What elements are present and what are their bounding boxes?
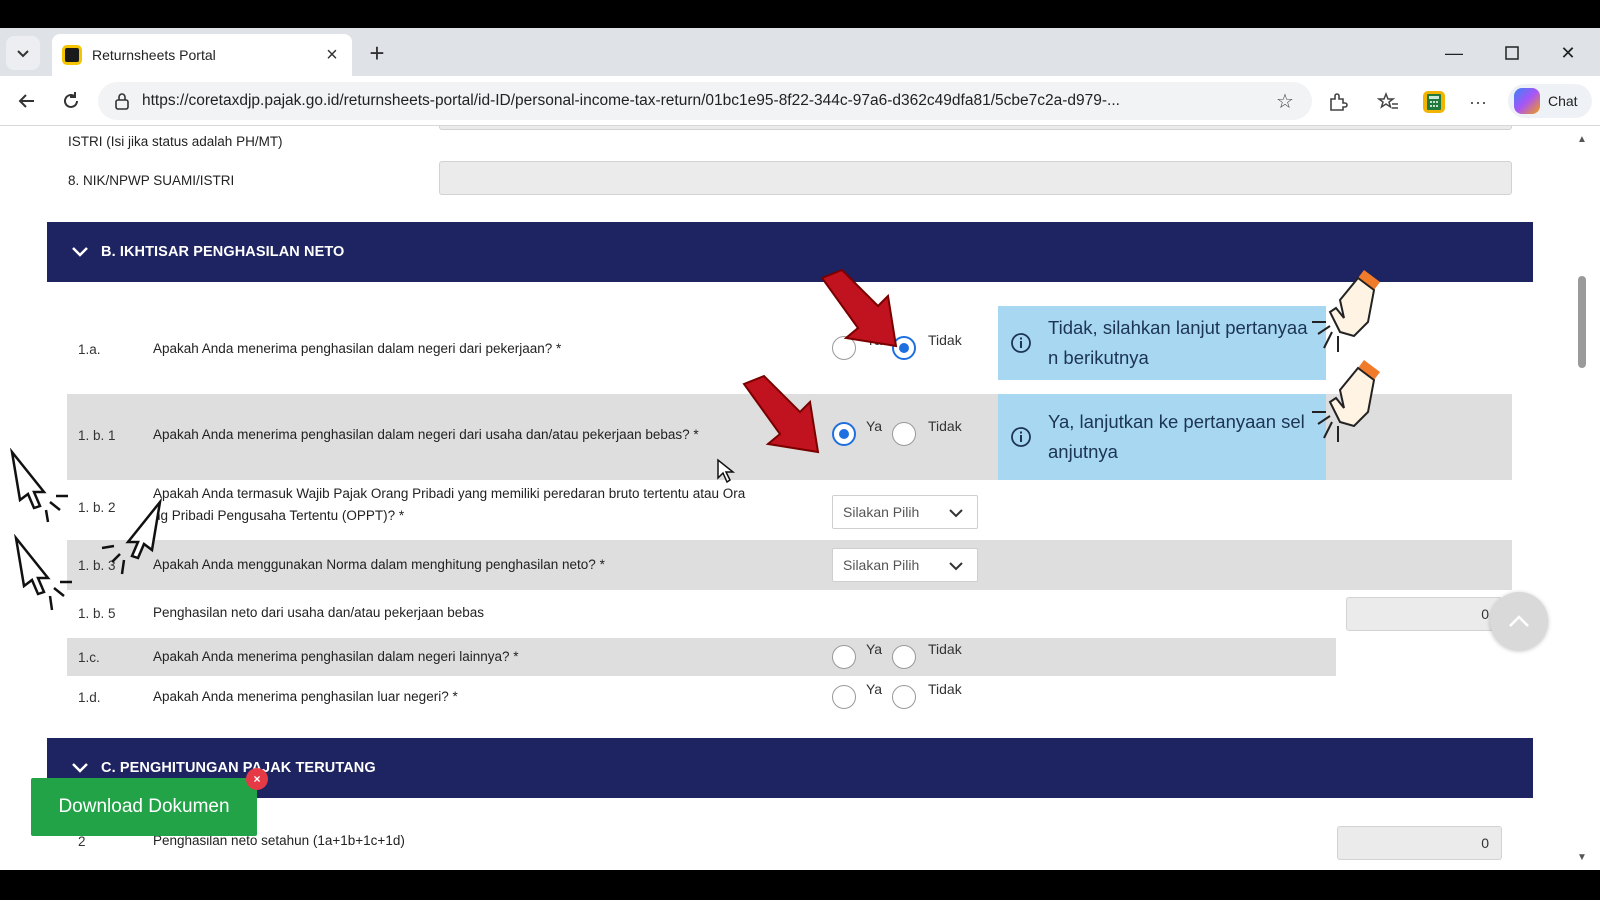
chevron-up-icon [1509, 615, 1529, 627]
address-bar[interactable]: https://coretaxdjp.pajak.go.id/returnshe… [98, 82, 1312, 120]
question-number: 1.d. [78, 690, 101, 705]
question-number: 2 [78, 834, 86, 849]
scrollbar-thumb[interactable] [1578, 276, 1586, 368]
question-1b2-text: Apakah Anda termasuk Wajib Pajak Orang P… [153, 483, 745, 527]
select-1b2-value: Silakan Pilih [843, 504, 920, 520]
info-box-tidak: Tidak, silahkan lanjut pertanyaa n berik… [998, 306, 1326, 380]
reload-icon [64, 92, 78, 108]
scroll-up-arrow-icon[interactable]: ▲ [1575, 134, 1589, 145]
reload-button[interactable] [56, 86, 86, 116]
section-b-title: B. IKHTISAR PENGHASILAN NETO [101, 244, 345, 260]
select-1b2[interactable]: Silakan Pilih [832, 495, 978, 529]
download-document-button[interactable]: Download Dokumen [31, 778, 257, 836]
input-1b5-value[interactable]: 0 [1346, 597, 1502, 631]
question-1c-text: Apakah Anda menerima penghasilan dalam n… [153, 649, 519, 664]
chevron-down-icon [17, 50, 29, 58]
extensions-icon[interactable] [1324, 88, 1352, 116]
site-info-icon[interactable] [112, 91, 132, 111]
url-text[interactable]: https://coretaxdjp.pajak.go.id/returnshe… [142, 92, 1272, 110]
radio-1d-ya[interactable] [832, 685, 856, 709]
question-number: 1. b. 2 [78, 500, 116, 515]
question-number: 1.a. [78, 342, 101, 357]
scroll-down-arrow-icon[interactable]: ▼ [1575, 852, 1589, 863]
minimize-button[interactable]: — [1436, 38, 1472, 68]
radio-label: Ya [866, 681, 883, 697]
radio-label: Tidak [928, 641, 962, 657]
new-tab-button[interactable]: + [362, 38, 392, 68]
tab-close-icon[interactable]: × [322, 44, 342, 66]
radio-1d-tidak[interactable] [892, 685, 916, 709]
radio-label: Tidak [928, 418, 962, 434]
radio-label: Tidak [928, 681, 962, 697]
question-number: 1. b. 5 [78, 606, 116, 621]
page-scrollbar[interactable]: ▲ ▼ [1572, 126, 1590, 870]
close-window-button[interactable]: ✕ [1550, 38, 1586, 68]
tab-title: Returnsheets Portal [92, 47, 216, 63]
radio-label: Tidak [928, 332, 962, 348]
info-icon [1011, 427, 1031, 447]
radio-1c-tidak[interactable] [892, 645, 916, 669]
page-content: ISTRI (Isi jika status adalah PH/MT) 8. … [0, 126, 1584, 870]
question-1b5-text: Penghasilan neto dari usaha dan/atau pek… [153, 605, 485, 620]
chevron-down-icon [949, 562, 963, 571]
favorites-icon[interactable] [1374, 88, 1402, 116]
istri-label: ISTRI (Isi jika status adalah PH/MT) [68, 134, 283, 149]
back-button[interactable] [12, 86, 42, 116]
info-ya-line2: anjutnya [1048, 441, 1118, 462]
tab-list-button[interactable] [6, 36, 40, 70]
radio-1c-ya[interactable] [832, 645, 856, 669]
chevron-down-icon [71, 243, 89, 261]
scroll-to-top-button[interactable] [1490, 592, 1548, 650]
info-box-ya: Ya, lanjutkan ke pertanyaan sel anjutnya [998, 394, 1326, 480]
radio-label: Ya [866, 332, 883, 348]
section-c-header[interactable]: C. PENGHITUNGAN PAJAK TERUTANG [47, 738, 1533, 798]
section-c-title: C. PENGHITUNGAN PAJAK TERUTANG [101, 760, 376, 776]
select-1b3[interactable]: Silakan Pilih [832, 548, 978, 582]
download-close-button[interactable]: × [246, 768, 268, 790]
radio-label: Ya [866, 418, 883, 434]
copilot-icon [1514, 88, 1540, 114]
section-b-header[interactable]: B. IKHTISAR PENGHASILAN NETO [47, 222, 1533, 282]
question-1a-text: Apakah Anda menerima penghasilan dalam n… [153, 341, 562, 356]
back-arrow-icon [18, 94, 34, 108]
browser-window: Returnsheets Portal × + — ✕ https://core… [0, 28, 1600, 870]
question-number: 1.c. [78, 650, 100, 665]
radio-1b1-tidak[interactable] [892, 422, 916, 446]
favorite-star-icon[interactable]: ☆ [1272, 88, 1298, 114]
browser-tab[interactable]: Returnsheets Portal × [52, 34, 352, 76]
nik-npwp-input[interactable] [439, 161, 1512, 195]
more-options-icon[interactable]: ··· [1464, 88, 1492, 116]
question-1d-text: Apakah Anda menerima penghasilan luar ne… [153, 689, 458, 704]
question-1b1-text: Apakah Anda menerima penghasilan dalam n… [153, 427, 699, 442]
maximize-icon [1505, 46, 1519, 60]
copilot-chat-button[interactable]: Chat [1508, 84, 1592, 118]
question-1b3-text: Apakah Anda menggunakan Norma dalam meng… [153, 557, 605, 572]
select-1b3-value: Silakan Pilih [843, 557, 920, 573]
chevron-down-icon [949, 509, 963, 518]
question-number: 1. b. 3 [78, 558, 116, 573]
radio-1b1-ya[interactable] [832, 422, 856, 446]
input-2-value[interactable]: 0 [1337, 826, 1502, 860]
info-tidak-line1: Tidak, silahkan lanjut pertanyaa [1048, 317, 1308, 338]
radio-1a-ya[interactable] [832, 336, 856, 360]
istri-name-input[interactable] [439, 126, 1512, 130]
screen-bottom-edge [0, 870, 1600, 900]
info-ya-line1: Ya, lanjutkan ke pertanyaan sel [1048, 411, 1305, 432]
calculator-extension-icon[interactable] [1420, 88, 1448, 116]
maximize-button[interactable] [1494, 38, 1530, 68]
radio-1a-tidak[interactable] [892, 336, 916, 360]
question-number: 1. b. 1 [78, 428, 116, 443]
nik-npwp-label: 8. NIK/NPWP SUAMI/ISTRI [68, 173, 235, 188]
chevron-down-icon [71, 759, 89, 777]
tab-strip: Returnsheets Portal × + — ✕ [0, 28, 1600, 76]
radio-label: Ya [866, 641, 883, 657]
info-icon [1011, 333, 1031, 353]
question-1b2-line1: Apakah Anda termasuk Wajib Pajak Orang P… [153, 486, 746, 501]
question-1b2-line2: ng Pribadi Pengusaha Tertentu (OPPT)? * [153, 508, 405, 523]
info-tidak-line2: n berikutnya [1048, 347, 1149, 368]
site-favicon-icon [62, 45, 82, 65]
chat-label: Chat [1548, 93, 1578, 109]
navigation-bar: https://coretaxdjp.pajak.go.id/returnshe… [0, 76, 1600, 126]
